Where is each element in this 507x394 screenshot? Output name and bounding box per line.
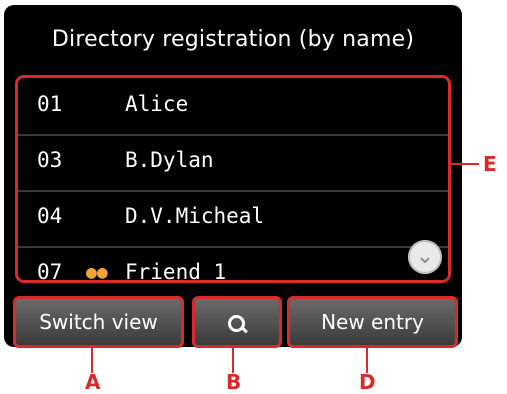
- entry-number: 01: [37, 92, 63, 116]
- switch-view-button[interactable]: Switch view: [13, 296, 184, 348]
- entry-name: B.Dylan: [125, 148, 214, 172]
- callout-e: E: [483, 152, 497, 176]
- entry-number: 04: [37, 204, 63, 228]
- entry-name: Friend 1: [125, 260, 227, 283]
- directory-list[interactable]: 01 Alice 03 B.Dylan 04 D.V.Micheal 07 ●●…: [15, 75, 451, 283]
- entry-number: 03: [37, 148, 63, 172]
- screen-title: Directory registration (by name): [51, 27, 415, 52]
- list-item[interactable]: 03 B.Dylan: [18, 134, 448, 192]
- list-item[interactable]: 07 ●● Friend 1: [18, 246, 448, 283]
- list-item[interactable]: 01 Alice: [18, 78, 448, 136]
- touchscreen: Directory registration (by name) 01 Alic…: [4, 5, 462, 348]
- entry-number: 07: [37, 260, 63, 283]
- callout-a: A: [85, 370, 101, 394]
- entry-name: D.V.Micheal: [125, 204, 265, 228]
- callout-b: B: [226, 370, 242, 394]
- new-entry-button[interactable]: New entry: [287, 296, 458, 348]
- list-item[interactable]: 04 D.V.Micheal: [18, 190, 448, 248]
- entry-name: Alice: [125, 92, 189, 116]
- group-icon: ●●: [86, 262, 108, 283]
- search-icon: [226, 313, 248, 335]
- callout-line-e: [449, 163, 479, 165]
- chevron-down-icon[interactable]: ⌄: [408, 240, 442, 274]
- search-button[interactable]: [192, 296, 282, 348]
- callout-d: D: [359, 370, 376, 394]
